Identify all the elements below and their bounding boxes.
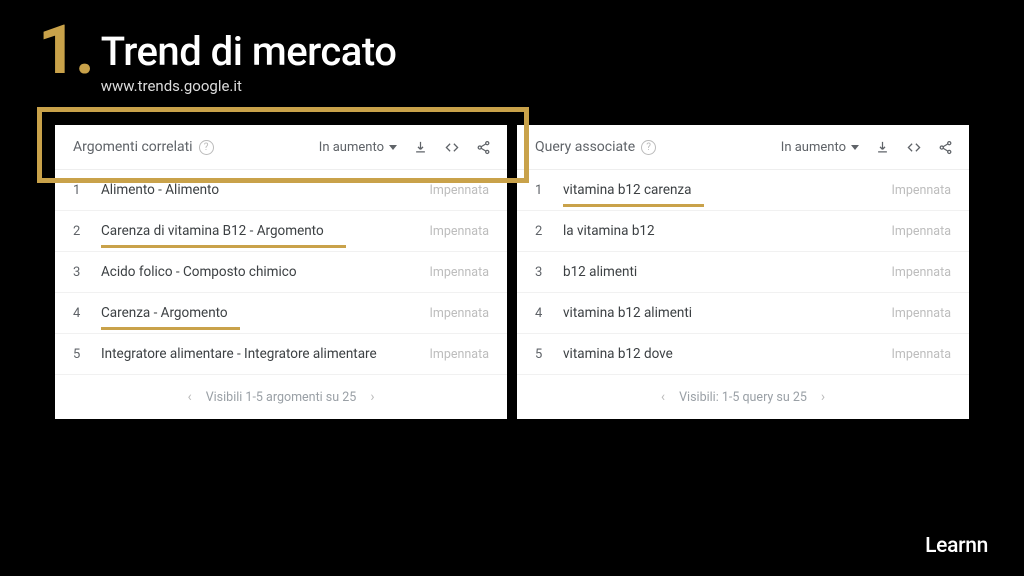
list-item[interactable]: 3 b12 alimenti Impennata xyxy=(517,252,969,293)
row-number: 4 xyxy=(535,306,545,321)
slide-number-dot: . xyxy=(75,10,93,90)
pagination-text: Visibili: 1-5 query su 25 xyxy=(679,390,807,405)
download-icon[interactable] xyxy=(875,140,890,155)
slide-title: Trend di mercato xyxy=(101,28,397,75)
row-left: 1 vitamina b12 carenza xyxy=(535,182,691,198)
row-text: la vitamina b12 xyxy=(563,223,655,239)
list-item[interactable]: 1 vitamina b12 carenza Impennata xyxy=(517,170,969,211)
share-icon[interactable] xyxy=(476,140,491,155)
row-value: Impennata xyxy=(891,265,951,280)
row-left: 4 vitamina b12 alimenti xyxy=(535,305,692,321)
row-number: 4 xyxy=(73,306,83,321)
slide-header: 1. Trend di mercato www.trends.google.it xyxy=(0,0,1024,95)
panel-header: Query associate ? In aumento xyxy=(517,125,969,170)
row-number: 5 xyxy=(73,347,83,362)
next-page-icon[interactable]: › xyxy=(370,389,374,405)
embed-icon[interactable] xyxy=(444,140,460,155)
chevron-down-icon xyxy=(851,145,859,150)
row-text: Carenza di vitamina B12 - Argomento xyxy=(101,223,324,239)
row-text: vitamina b12 dove xyxy=(563,346,673,362)
row-number: 1 xyxy=(535,183,545,198)
sort-dropdown[interactable]: In aumento xyxy=(319,140,397,155)
row-left: 5 Integratore alimentare - Integratore al… xyxy=(73,346,377,362)
list-item[interactable]: 1 Alimento - Alimento Impennata xyxy=(55,170,507,211)
embed-icon[interactable] xyxy=(906,140,922,155)
prev-page-icon[interactable]: ‹ xyxy=(187,389,191,405)
row-text: Integratore alimentare - Integratore ali… xyxy=(101,346,377,362)
row-value: Impennata xyxy=(429,265,489,280)
share-icon[interactable] xyxy=(938,140,953,155)
sort-label: In aumento xyxy=(781,140,846,155)
row-value: Impennata xyxy=(891,347,951,362)
rows-container: 1 vitamina b12 carenza Impennata 2 la vitami… xyxy=(517,170,969,375)
chevron-down-icon xyxy=(389,145,397,150)
row-left: 2 Carenza di vitamina B12 - Argomento xyxy=(73,223,324,239)
row-number: 2 xyxy=(73,224,83,239)
list-item[interactable]: 4 vitamina b12 alimenti Impennata xyxy=(517,293,969,334)
row-left: 3 b12 alimenti xyxy=(535,264,637,280)
row-value: Impennata xyxy=(429,347,489,362)
help-icon[interactable]: ? xyxy=(199,140,214,155)
row-value: Impennata xyxy=(429,224,489,239)
row-text: Carenza - Argomento xyxy=(101,305,228,321)
row-text: Acido folico - Composto chimico xyxy=(101,264,297,280)
row-text: vitamina b12 alimenti xyxy=(563,305,692,321)
panel-actions: In aumento xyxy=(781,140,953,155)
slide-subtitle: www.trends.google.it xyxy=(101,77,397,95)
row-left: 4 Carenza - Argomento xyxy=(73,305,228,321)
row-number: 3 xyxy=(535,265,545,280)
row-left: 1 Alimento - Alimento xyxy=(73,182,219,198)
row-number: 5 xyxy=(535,347,545,362)
row-text: Alimento - Alimento xyxy=(101,182,219,198)
panel-footer: ‹ Visibili: 1-5 query su 25 › xyxy=(517,375,969,419)
row-left: 3 Acido folico - Composto chimico xyxy=(73,264,297,280)
row-left: 2 la vitamina b12 xyxy=(535,223,655,239)
list-item[interactable]: 5 Integratore alimentare - Integratore al… xyxy=(55,334,507,375)
brand-logo: Learnn xyxy=(925,534,988,558)
related-topics-panel: Argomenti correlati ? In aumento 1Al xyxy=(55,125,507,419)
row-value: Impennata xyxy=(891,183,951,198)
row-value: Impennata xyxy=(891,306,951,321)
row-number: 3 xyxy=(73,265,83,280)
list-item[interactable]: 3 Acido folico - Composto chimico Impennat… xyxy=(55,252,507,293)
panel-title-wrap: Query associate ? xyxy=(535,139,656,155)
panel-header: Argomenti correlati ? In aumento xyxy=(55,125,507,170)
row-number: 1 xyxy=(73,183,83,198)
list-item[interactable]: 2 Carenza di vitamina B12 - Argomento Impe… xyxy=(55,211,507,252)
rows-container: 1 Alimento - Alimento Impennata 2 Carenza di… xyxy=(55,170,507,375)
list-item[interactable]: 4 Carenza - Argomento Impennata xyxy=(55,293,507,334)
sort-dropdown[interactable]: In aumento xyxy=(781,140,859,155)
prev-page-icon[interactable]: ‹ xyxy=(661,389,665,405)
help-icon[interactable]: ? xyxy=(641,140,656,155)
next-page-icon[interactable]: › xyxy=(821,389,825,405)
row-number: 2 xyxy=(535,224,545,239)
list-item[interactable]: 2 la vitamina b12 Impennata xyxy=(517,211,969,252)
row-value: Impennata xyxy=(891,224,951,239)
related-queries-panel: Query associate ? In aumento 1vitami xyxy=(517,125,969,419)
panel-title: Query associate xyxy=(535,139,635,155)
row-left: 5 vitamina b12 dove xyxy=(535,346,673,362)
slide-number: 1. xyxy=(38,22,93,80)
row-value: Impennata xyxy=(429,183,489,198)
row-value: Impennata xyxy=(429,306,489,321)
panel-title: Argomenti correlati xyxy=(73,139,193,155)
panel-title-wrap: Argomenti correlati ? xyxy=(73,139,214,155)
slide-title-wrap: Trend di mercato www.trends.google.it xyxy=(101,22,397,95)
row-text: vitamina b12 carenza xyxy=(563,182,691,198)
list-item[interactable]: 5 vitamina b12 dove Impennata xyxy=(517,334,969,375)
panel-actions: In aumento xyxy=(319,140,491,155)
row-text: b12 alimenti xyxy=(563,264,637,280)
slide-number-digit: 1 xyxy=(38,10,75,90)
download-icon[interactable] xyxy=(413,140,428,155)
sort-label: In aumento xyxy=(319,140,384,155)
panel-footer: ‹ Visibili 1-5 argomenti su 25 › xyxy=(55,375,507,419)
pagination-text: Visibili 1-5 argomenti su 25 xyxy=(206,390,357,405)
panels-container: Argomenti correlati ? In aumento 1Al xyxy=(55,125,969,419)
